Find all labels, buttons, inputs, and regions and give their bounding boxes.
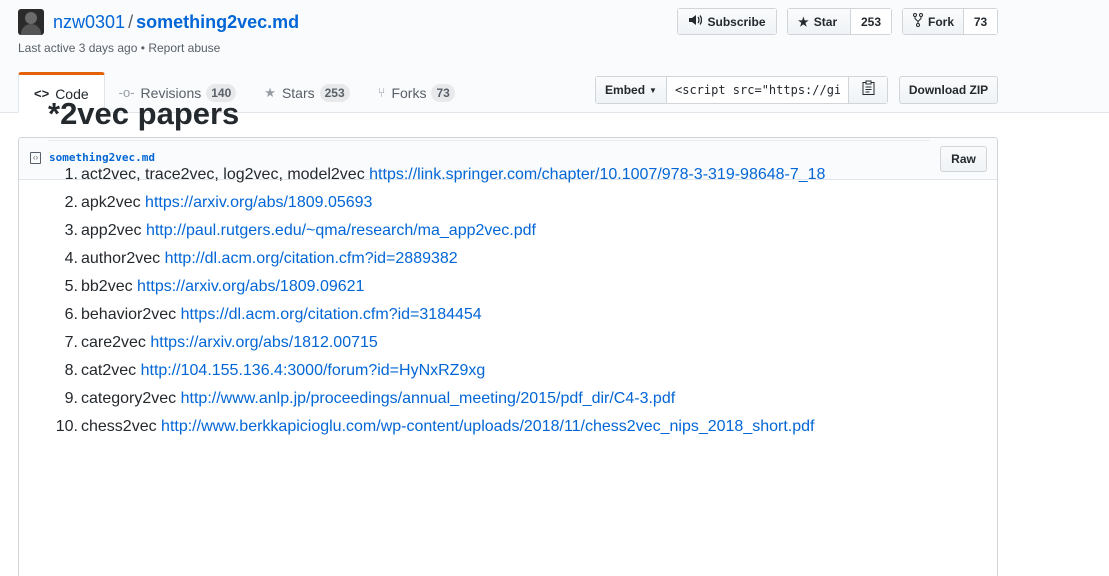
paper-link[interactable]: https://arxiv.org/abs/1809.09621 (137, 278, 364, 295)
title-separator: / (128, 12, 134, 32)
list-item: 3. app2vec http://paul.rutgers.edu/~qma/r… (64, 222, 536, 239)
speaker-icon (688, 14, 703, 29)
star-icon: ★ (798, 14, 809, 29)
paper-list: 1. act2vec, trace2vec, log2vec, model2vec… (48, 161, 930, 441)
list-item: 4. author2vec http://dl.acm.org/citation.… (64, 250, 458, 267)
fork-button-group: Fork 73 (902, 8, 998, 35)
list-item: 2. apk2vec https://arxiv.org/abs/1809.056… (64, 194, 373, 211)
content-heading: *2vec papers (48, 95, 930, 141)
subscribe-button[interactable]: Subscribe (677, 8, 777, 35)
gist-name-link[interactable]: something2vec.md (136, 12, 299, 32)
paper-link[interactable]: https://arxiv.org/abs/1812.00715 (150, 334, 377, 351)
markdown-body: *2vec papers 1. act2vec, trace2vec, log2v… (48, 95, 930, 441)
fork-button[interactable]: Fork (903, 9, 963, 34)
star-button-group: ★ Star 253 (787, 8, 892, 35)
owner-link[interactable]: nzw0301 (53, 12, 125, 32)
subscribe-label: Subscribe (707, 14, 766, 29)
paper-link[interactable]: http://www.berkkapicioglu.com/wp-content… (161, 418, 814, 435)
avatar[interactable] (18, 9, 44, 35)
meta-bullet: • (140, 41, 145, 55)
star-count[interactable]: 253 (850, 9, 891, 34)
code-icon: <> (34, 86, 50, 101)
raw-button[interactable]: Raw (940, 146, 987, 172)
list-item: 8. cat2vec http://104.155.136.4:3000/foru… (64, 362, 486, 379)
caret-down-icon: ▼ (649, 85, 657, 95)
fork-count[interactable]: 73 (963, 9, 997, 34)
fork-label: Fork (928, 14, 955, 29)
paper-link[interactable]: http://104.155.136.4:3000/forum?id=HyNxR… (141, 362, 486, 379)
list-item: 6. behavior2vec https://dl.acm.org/citati… (64, 306, 482, 323)
list-item: 9. category2vec http://www.anlp.jp/procee… (64, 390, 676, 407)
last-active-text: Last active 3 days ago (18, 41, 138, 55)
paper-link[interactable]: https://link.springer.com/chapter/10.100… (369, 166, 825, 183)
report-abuse-link[interactable]: Report abuse (148, 41, 220, 55)
star-button[interactable]: ★ Star (788, 9, 850, 34)
gist-meta: Last active 3 days ago • Report abuse (18, 41, 220, 55)
paper-link[interactable]: https://dl.acm.org/citation.cfm?id=31844… (181, 306, 482, 323)
list-item: 7. care2vec https://arxiv.org/abs/1812.00… (64, 334, 378, 351)
paper-link[interactable]: http://dl.acm.org/citation.cfm?id=288938… (165, 250, 458, 267)
paper-link[interactable]: http://www.anlp.jp/proceedings/annual_me… (181, 390, 676, 407)
list-item: 10. chess2vec http://www.berkkapicioglu.c… (55, 418, 815, 435)
fork-icon (913, 13, 923, 30)
list-item: 5. bb2vec https://arxiv.org/abs/1809.0962… (64, 278, 365, 295)
paper-link[interactable]: http://paul.rutgers.edu/~qma/research/ma… (146, 222, 536, 239)
list-item: 1. act2vec, trace2vec, log2vec, model2vec… (64, 166, 826, 183)
star-label: Star (813, 14, 838, 29)
paper-link[interactable]: https://arxiv.org/abs/1809.05693 (145, 194, 372, 211)
gist-title: nzw0301/something2vec.md (53, 11, 299, 33)
file-code-icon: ‹› (30, 152, 41, 164)
